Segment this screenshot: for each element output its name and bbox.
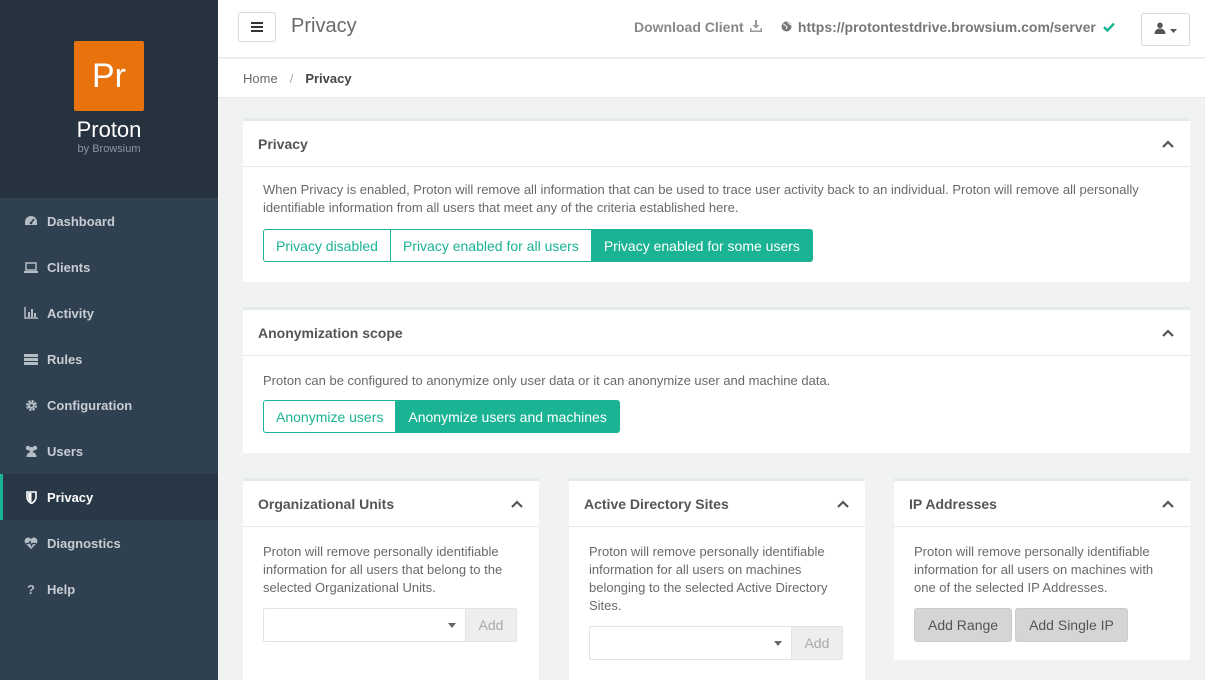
panel-header: Organizational Units: [243, 481, 539, 527]
user-menu-button[interactable]: [1141, 13, 1190, 46]
laptop-icon: [23, 261, 39, 273]
gear-icon: [23, 399, 39, 412]
caret-down-icon: [1170, 23, 1177, 37]
privacy-disabled-button[interactable]: Privacy disabled: [263, 229, 391, 262]
panel-title: Organizational Units: [258, 495, 395, 512]
ou-select[interactable]: [263, 608, 466, 642]
panel-header: Anonymization scope: [243, 310, 1190, 356]
brand-area: Pr Proton by Browsium: [0, 0, 218, 198]
anonymization-scope-panel: Anonymization scope Proton can be config…: [243, 307, 1190, 453]
scope-description: Proton can be configured to anonymize on…: [263, 373, 831, 388]
add-range-button[interactable]: Add Range: [914, 608, 1013, 642]
panel-title: Privacy: [258, 135, 308, 152]
server-url: https://protontestdrive.browsium.com/ser…: [797, 19, 1096, 35]
ou-description: Proton will remove personally identifiab…: [263, 544, 503, 595]
globe-icon: [781, 19, 792, 35]
question-icon: ?: [27, 581, 35, 597]
sidebar-item-users[interactable]: Users: [0, 428, 218, 474]
sidebar-item-label: Users: [47, 443, 84, 459]
privacy-mode-toggle: Privacy disabled Privacy enabled for all…: [263, 229, 813, 262]
heartbeat-icon: [23, 537, 39, 549]
page-title: Privacy: [291, 15, 357, 37]
ip-addresses-panel: IP Addresses Proton will remove personal…: [894, 478, 1190, 660]
download-client-link[interactable]: Download Client: [634, 19, 762, 35]
chevron-up-icon[interactable]: [1160, 136, 1176, 152]
sidebar-item-privacy[interactable]: Privacy: [0, 474, 218, 520]
sidebar-item-rules[interactable]: Rules: [0, 336, 218, 382]
active-directory-sites-panel: Active Directory Sites Proton will remov…: [569, 478, 865, 680]
chevron-up-icon[interactable]: [835, 496, 851, 512]
dashboard-icon: [23, 215, 39, 227]
panel-title: Anonymization scope: [258, 324, 403, 341]
sidebar-nav: Dashboard Clients Activity Rules Configu…: [0, 198, 218, 612]
privacy-panel: Privacy When Privacy is enabled, Proton …: [243, 118, 1190, 282]
sidebar-item-label: Configuration: [47, 397, 133, 413]
ad-add-button[interactable]: Add: [792, 626, 843, 660]
brand-name: Proton: [76, 117, 142, 142]
hamburger-icon: [251, 19, 263, 36]
check-icon: [1102, 19, 1115, 35]
panel-body: Proton will remove personally identifiab…: [569, 527, 865, 674]
organizational-units-panel: Organizational Units Proton will remove …: [243, 478, 539, 680]
privacy-all-users-button[interactable]: Privacy enabled for all users: [390, 229, 592, 262]
sidebar-item-clients[interactable]: Clients: [0, 244, 218, 290]
panel-header: Privacy: [243, 121, 1190, 167]
privacy-some-users-button[interactable]: Privacy enabled for some users: [591, 229, 813, 262]
panel-header: Active Directory Sites: [569, 481, 865, 527]
panel-title: IP Addresses: [909, 495, 997, 512]
proton-logo[interactable]: Pr: [74, 41, 144, 111]
download-icon: [749, 19, 762, 35]
breadcrumb: Home / Privacy: [218, 59, 1205, 98]
chevron-up-icon[interactable]: [1160, 325, 1176, 341]
download-client-label: Download Client: [634, 19, 744, 35]
add-single-ip-button[interactable]: Add Single IP: [1015, 608, 1128, 642]
panel-body: Proton will remove personally identifiab…: [894, 527, 1190, 656]
sidebar-item-activity[interactable]: Activity: [0, 290, 218, 336]
anonymize-users-machines-button[interactable]: Anonymize users and machines: [396, 400, 620, 433]
sidebar-item-diagnostics[interactable]: Diagnostics: [0, 520, 218, 566]
sidebar-item-label: Help: [47, 581, 76, 597]
panel-header: IP Addresses: [894, 481, 1190, 527]
breadcrumb-current: Privacy: [305, 70, 352, 86]
top-bar: Privacy Download Client https://protonte…: [218, 0, 1205, 58]
sidebar-item-label: Clients: [47, 259, 91, 275]
sidebar-item-help[interactable]: ? Help: [0, 566, 218, 612]
server-status[interactable]: https://protontestdrive.browsium.com/ser…: [781, 19, 1115, 35]
chevron-up-icon[interactable]: [509, 496, 525, 512]
breadcrumb-home[interactable]: Home: [243, 71, 278, 86]
bar-chart-icon: [23, 307, 39, 319]
sidebar-item-label: Rules: [47, 351, 83, 367]
panel-body: Proton can be configured to anonymize on…: [243, 356, 1190, 447]
anonymize-users-button[interactable]: Anonymize users: [263, 400, 397, 433]
sidebar-item-label: Privacy: [47, 489, 94, 505]
ip-description: Proton will remove personally identifiab…: [914, 544, 1154, 595]
panel-body: When Privacy is enabled, Proton will rem…: [243, 167, 1190, 276]
ad-select-row: Add: [589, 626, 845, 660]
caret-down-icon: [448, 623, 456, 628]
privacy-description: When Privacy is enabled, Proton will rem…: [263, 182, 1139, 215]
ip-button-row: Add Range Add Single IP: [914, 608, 1170, 642]
sidebar-item-label: Diagnostics: [47, 535, 121, 551]
user-icon: [1154, 22, 1166, 37]
breadcrumb-separator: /: [289, 70, 294, 86]
ad-select[interactable]: [589, 626, 792, 660]
sidebar-item-configuration[interactable]: Configuration: [0, 382, 218, 428]
panel-body: Proton will remove personally identifiab…: [243, 527, 539, 656]
ou-add-button[interactable]: Add: [466, 608, 517, 642]
chevron-up-icon[interactable]: [1160, 496, 1176, 512]
list-icon: [23, 353, 39, 365]
users-icon: [23, 445, 39, 457]
brand-subtitle: by Browsium: [77, 143, 141, 155]
panel-title: Active Directory Sites: [584, 495, 729, 512]
ad-description: Proton will remove personally identifiab…: [589, 544, 828, 613]
sidebar-item-label: Dashboard: [47, 213, 115, 229]
sidebar-item-dashboard[interactable]: Dashboard: [0, 198, 218, 244]
sidebar: Pr Proton by Browsium Dashboard Clients …: [0, 0, 218, 680]
sidebar-item-label: Activity: [47, 305, 94, 321]
shield-icon: [23, 490, 39, 504]
scope-toggle: Anonymize users Anonymize users and mach…: [263, 400, 620, 433]
ou-select-row: Add: [263, 608, 519, 642]
menu-toggle-button[interactable]: [238, 12, 276, 42]
caret-down-icon: [774, 641, 782, 646]
